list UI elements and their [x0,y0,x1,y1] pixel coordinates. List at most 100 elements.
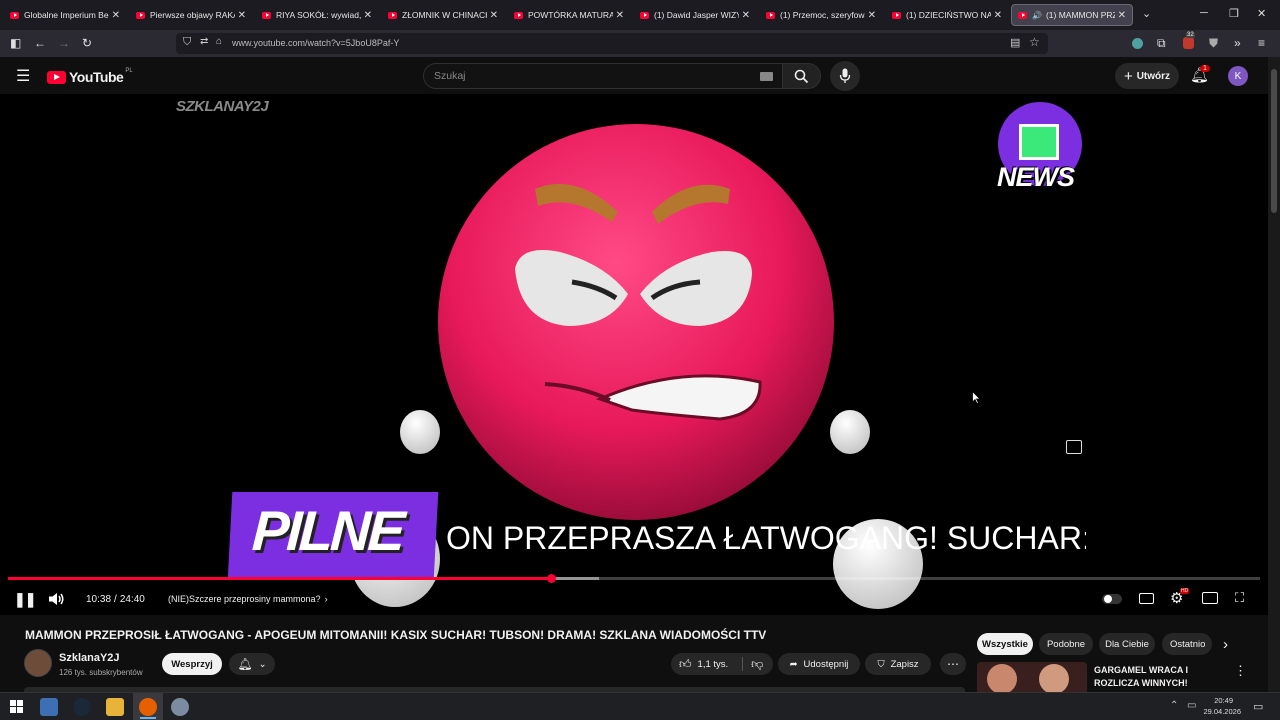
reader-view-icon[interactable]: ▤ [1010,36,1020,49]
chip-all[interactable]: Wszystkie [977,633,1033,655]
search-input[interactable]: Szukaj [423,63,783,89]
overflow-chevrons-icon[interactable]: » [1234,36,1241,50]
address-bar[interactable]: ⛉ ⇄ ⌂ www.youtube.com/watch?v=5JboU8Paf-… [176,33,1048,54]
app-menu-icon[interactable]: ≡ [1258,36,1265,50]
like-icon[interactable]: 👍︎ [679,657,692,672]
mouse-cursor-icon [972,391,981,404]
close-icon[interactable]: ✕ [238,10,246,21]
suggestion-title[interactable]: GARGAMEL WRACA I ROZLICZA WINNYCH! [1094,664,1214,690]
chapter-chevron-icon: › [324,594,328,604]
url-text[interactable]: www.youtube.com/watch?v=5JboU8Paf-Y [232,38,399,48]
browser-tab[interactable]: POWTÓRKA MATURALN✕ [508,4,630,26]
search-button[interactable] [783,63,821,89]
voice-search-button[interactable] [830,61,860,91]
browser-tab[interactable]: (1) Dawid Jasper WIZYTA✕ [634,4,756,26]
maximize-icon[interactable]: ❐ [1229,7,1239,20]
save-button[interactable]: ⛉ Zapisz [865,653,931,675]
video-player[interactable]: SZKLANAY2J NEWS PILNE ON PRZEPRASZA ŁATW… [0,94,1268,615]
active-app-indicator [140,717,156,719]
network-icon[interactable]: ▭ [1187,700,1196,711]
back-arrow-icon[interactable]: ← [34,36,46,50]
progress-bar[interactable] [8,574,1260,583]
bookmark-star-icon[interactable]: ☆ [1029,35,1040,49]
youtube-header: ☰ YouTube PL Szukaj + Utwórz 🔔︎ 1 K [0,57,1268,94]
keyboard-icon[interactable] [760,72,773,81]
support-button[interactable]: Wesprzyj [162,653,222,675]
suggestion-menu-icon[interactable]: ⋮ [1234,663,1247,679]
clock-date[interactable]: 29.04.2026 [1199,707,1241,716]
subscriber-count: 126 tys. subskrybentów [59,668,143,677]
subscription-bell-button[interactable]: 🔔︎ ⌄ [229,653,275,675]
youtube-logo[interactable]: YouTube PL [47,68,133,85]
played-track [8,577,552,580]
extension-icon[interactable] [1132,38,1143,49]
chip-for-you[interactable]: Dla Ciebie [1099,633,1155,655]
steam-icon[interactable] [73,698,91,716]
file-explorer-icon[interactable] [106,698,124,716]
channel-avatar[interactable] [24,649,52,677]
tab-list-chevron-icon[interactable]: ⌄ [1142,7,1151,20]
close-icon[interactable]: ✕ [994,10,1002,21]
scrollbar-thumb[interactable] [1271,69,1277,213]
suggestion-thumbnail[interactable] [977,662,1087,692]
chapter-title-button[interactable]: (NIE)Szczere przeprosiny mammona? › [168,594,328,604]
page-scrollbar[interactable] [1268,57,1280,692]
channel-watermark: SZKLANAY2J [176,98,269,115]
notification-badge: 1 [1200,65,1210,72]
dislike-icon[interactable]: 👎︎ [751,657,763,672]
minimize-icon[interactable]: ─ [1200,7,1208,19]
browser-tab[interactable]: Globalne Imperium Bezk ✕ [4,4,126,26]
account-avatar[interactable]: K [1228,66,1248,86]
close-icon[interactable]: ✕ [616,10,624,21]
chips-next-icon[interactable]: › [1223,636,1228,653]
close-icon[interactable]: ✕ [1118,10,1126,21]
autoplay-toggle[interactable] [1102,594,1122,604]
reload-icon[interactable]: ↻ [82,36,92,50]
ublock-icon[interactable] [1183,37,1194,49]
pause-icon[interactable]: ❚❚ [14,591,36,608]
close-icon[interactable]: ✕ [868,10,876,21]
browser-tab[interactable]: ZŁOMNIK W CHINACH #✕ [382,4,504,26]
picture-in-picture-icon[interactable] [1066,440,1082,454]
close-icon[interactable]: ✕ [490,10,498,21]
windows-start-icon[interactable] [10,700,23,713]
chip-recent[interactable]: Ostatnio [1162,633,1212,655]
firefox-icon[interactable] [139,698,157,716]
shield-icon[interactable]: ⛉ [183,36,191,49]
forward-arrow-icon[interactable]: → [58,36,70,50]
window-close-icon[interactable]: ✕ [1257,7,1266,20]
fullscreen-icon[interactable]: ⛶ [1235,590,1244,606]
browser-tab[interactable]: Pierwsze objawy RAKA P✕ [130,4,252,26]
browser-tab-active[interactable]: 🔊(1) MAMMON PRZEP✕ [1011,4,1133,26]
close-icon[interactable]: ✕ [112,10,120,21]
video-info-section: MAMMON PRZEPROSIŁ ŁATWOGANG - APOGEUM MI… [0,615,1268,692]
more-actions-button[interactable]: ⋯ [940,653,966,675]
share-button[interactable]: ➦ Udostępnij [778,653,860,675]
volume-icon[interactable] [48,592,65,606]
browser-tab[interactable]: (1) Przemoc, szeryfowan ✕ [760,4,882,26]
channel-name[interactable]: SzklanaY2J [59,652,120,664]
app-icon[interactable] [171,698,189,716]
notification-center-icon[interactable]: ▭ [1253,700,1263,713]
clock-time[interactable]: 20:49 [1205,696,1233,705]
browser-tab[interactable]: (1) DZIECIŃSTWO NA SP✕ [886,4,1008,26]
tray-chevron-icon[interactable]: ⌃ [1170,700,1178,711]
create-button[interactable]: + Utwórz [1115,63,1179,89]
sidebar-toggle-icon[interactable]: ◧ [10,36,21,50]
close-icon[interactable]: ✕ [742,10,750,21]
hamburger-menu-icon[interactable]: ☰ [16,66,30,86]
lock-icon[interactable]: ⌂ [216,36,222,47]
like-count[interactable]: 1,1 tys. [698,659,729,670]
browser-tab[interactable]: RIYA SOKÓŁ: wywiad, pie✕ [256,4,378,26]
theater-mode-icon[interactable] [1202,592,1218,604]
close-icon[interactable]: ✕ [364,10,372,21]
browser-tab-bar: Globalne Imperium Bezk ✕ Pierwsze objawy … [0,0,1280,30]
subtitles-icon[interactable] [1139,593,1154,604]
windows-taskbar: ⌃ ▭ 20:49 29.04.2026 ▭ [0,692,1280,720]
task-view-icon[interactable] [40,698,58,716]
chip-related[interactable]: Podobne [1039,633,1093,655]
permissions-icon[interactable]: ⇄ [200,36,208,47]
privacy-badger-icon[interactable]: ⛊ [1209,36,1218,51]
speaker-icon[interactable]: 🔊 [1032,11,1042,20]
extensions-puzzle-icon[interactable]: ⧉ [1157,36,1166,51]
